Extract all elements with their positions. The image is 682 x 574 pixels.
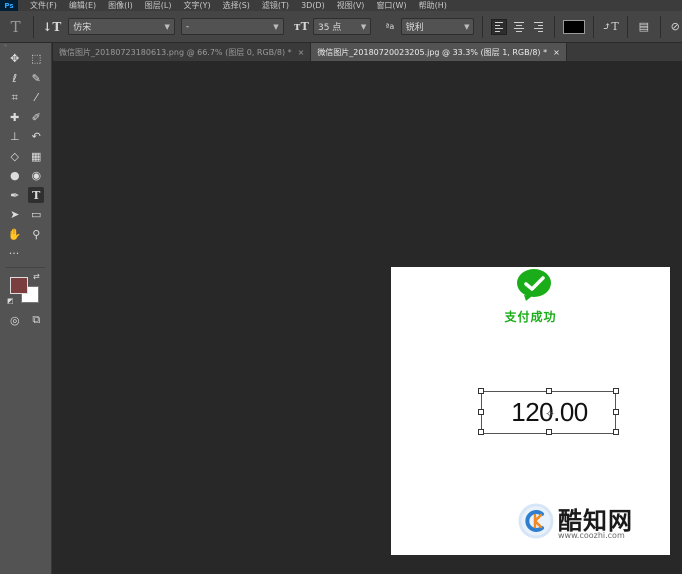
text-transform-box[interactable]: 120.00 ✧	[478, 388, 619, 435]
divider	[627, 15, 629, 38]
antialias-icon: ªa	[385, 22, 395, 31]
text-color-swatch[interactable]	[563, 19, 585, 34]
chevron-down-icon: ▼	[164, 22, 170, 31]
marquee-tool-icon[interactable]: ⬚	[28, 51, 44, 67]
transform-handle[interactable]	[613, 388, 619, 394]
chevron-down-icon: ▼	[273, 22, 279, 31]
menu-view[interactable]: 视图(V)	[337, 0, 365, 11]
align-left-button[interactable]	[491, 18, 508, 35]
lasso-tool-icon[interactable]: ℓ	[7, 70, 23, 86]
menu-bar: Ps 文件(F) 编辑(E) 图像(I) 图层(L) 文字(Y) 选择(S) 滤…	[0, 0, 682, 11]
menu-type[interactable]: 文字(Y)	[183, 0, 210, 11]
foreground-color-swatch[interactable]	[10, 276, 28, 294]
default-colors-icon[interactable]: ◩	[7, 297, 14, 305]
workspace: 支付成功 120.00 ✧ 酷知网 www.coozhi.com	[53, 61, 682, 574]
brush-tool-icon[interactable]: ✐	[28, 109, 44, 125]
font-size-icon: тT	[293, 20, 309, 33]
divider	[592, 15, 594, 38]
wechat-pay-icon	[517, 269, 551, 301]
tab-document-2[interactable]: 微信图片_20180720023205.jpg @ 33.3% (图层 1, R…	[311, 43, 567, 61]
type-tool-icon[interactable]: T	[28, 187, 45, 204]
font-family-select[interactable]: 仿宋 ▼	[68, 18, 175, 35]
close-icon[interactable]: ×	[298, 48, 305, 57]
font-style-select[interactable]: - ▼	[180, 18, 284, 35]
menu-3d[interactable]: 3D(D)	[301, 1, 325, 10]
font-family-value: 仿宋	[73, 23, 92, 33]
move-tool-icon[interactable]: ✥	[7, 51, 23, 67]
blur-tool-icon[interactable]: ●	[7, 168, 23, 184]
menu-select[interactable]: 选择(S)	[223, 0, 250, 11]
screen-mode-icon[interactable]: ⧉	[28, 312, 44, 328]
dodge-tool-icon[interactable]: ◉	[28, 168, 44, 184]
font-size-value: 35 点	[317, 23, 342, 33]
menu-help[interactable]: 帮助(H)	[419, 0, 447, 11]
menu-window[interactable]: 窗口(W)	[376, 0, 406, 11]
transform-handle[interactable]	[478, 429, 484, 435]
menu-filter[interactable]: 滤镜(T)	[262, 0, 289, 11]
color-swatches: ⇄ ◩	[0, 271, 51, 311]
document-canvas[interactable]: 支付成功 120.00 ✧ 酷知网 www.coozhi.com	[391, 267, 670, 555]
divider	[554, 15, 556, 38]
menu-image[interactable]: 图像(I)	[108, 0, 133, 11]
align-center-button[interactable]	[511, 19, 527, 35]
clone-stamp-tool-icon[interactable]: ⊥	[7, 129, 23, 145]
tools-panel: » ✥ ⬚ ℓ ✎ ⌗ ⁄ ✚ ✐ ⊥ ↶ ◇ ▦ ● ◉ ✒ T ➤ ▭ ✋ ⚲ ··· ⇄ ◩ …	[0, 43, 52, 574]
watermark: 酷知网 www.coozhi.com	[518, 501, 668, 543]
menu-layer[interactable]: 图层(L)	[145, 0, 172, 11]
zoom-tool-icon[interactable]: ⚲	[28, 226, 44, 242]
chevron-down-icon: ▼	[360, 22, 367, 31]
cancel-icon[interactable]: ⊘	[669, 20, 682, 33]
swap-colors-icon[interactable]: ⇄	[33, 272, 40, 281]
tab-label: 微信图片_20180723180613.png @ 66.7% (图层 0, R…	[59, 47, 292, 57]
transform-center-icon[interactable]: ✧	[545, 407, 555, 421]
warp-text-icon[interactable]: ⤴T	[602, 20, 619, 33]
history-brush-tool-icon[interactable]: ↶	[28, 129, 44, 145]
character-panel-icon[interactable]: ▤	[636, 20, 651, 33]
antialias-select[interactable]: 锐利 ▼	[400, 18, 475, 35]
options-bar: T ↓T 仿宋 ▼ - ▼ тT 35 点 ▼ ªa 锐利 ▼ ⤴T ▤ ⊘	[0, 11, 682, 43]
watermark-logo-icon	[518, 503, 554, 539]
path-selection-tool-icon[interactable]: ➤	[7, 207, 23, 223]
type-tool-preset-icon[interactable]: T	[6, 18, 25, 36]
eyedropper-tool-icon[interactable]: ⁄	[28, 90, 44, 106]
chevron-down-icon: ▼	[464, 22, 470, 31]
divider	[659, 15, 661, 38]
photoshop-window: Ps 文件(F) 编辑(E) 图像(I) 图层(L) 文字(Y) 选择(S) 滤…	[0, 0, 682, 574]
pen-tool-icon[interactable]: ✒	[7, 187, 23, 203]
divider	[33, 15, 35, 38]
toggle-orientation-icon[interactable]: ↓T	[42, 20, 61, 34]
menu-edit[interactable]: 编辑(E)	[69, 0, 96, 11]
font-size-select[interactable]: 35 点 ▼	[312, 18, 372, 35]
quick-mask-icon[interactable]: ◎	[7, 312, 23, 328]
transform-handle[interactable]	[613, 409, 619, 415]
healing-brush-tool-icon[interactable]: ✚	[7, 109, 23, 125]
font-style-value: -	[185, 21, 190, 32]
gradient-tool-icon[interactable]: ▦	[28, 148, 44, 164]
document-tabs: 微信图片_20180723180613.png @ 66.7% (图层 0, R…	[53, 43, 682, 61]
hand-tool-icon[interactable]: ✋	[7, 226, 23, 242]
tab-document-1[interactable]: 微信图片_20180723180613.png @ 66.7% (图层 0, R…	[53, 43, 312, 61]
transform-handle[interactable]	[613, 429, 619, 435]
align-right-button[interactable]	[531, 19, 547, 35]
divider	[6, 266, 45, 268]
transform-handle[interactable]	[478, 409, 484, 415]
payment-success-title: 支付成功	[504, 310, 557, 324]
quick-select-tool-icon[interactable]: ✎	[28, 70, 44, 86]
antialias-value: 锐利	[405, 23, 424, 33]
eraser-tool-icon[interactable]: ◇	[7, 148, 23, 164]
divider	[482, 15, 484, 38]
crop-tool-icon[interactable]: ⌗	[7, 90, 23, 106]
photoshop-logo: Ps	[0, 0, 18, 11]
close-icon[interactable]: ×	[553, 48, 560, 57]
menu-file[interactable]: 文件(F)	[30, 0, 57, 11]
transform-handle[interactable]	[478, 388, 484, 394]
tab-label: 微信图片_20180720023205.jpg @ 33.3% (图层 1, R…	[317, 47, 548, 57]
transform-handle[interactable]	[546, 429, 552, 435]
rectangle-tool-icon[interactable]: ▭	[28, 207, 44, 223]
watermark-url: www.coozhi.com	[558, 531, 625, 540]
more-tools-icon[interactable]: ···	[6, 246, 22, 262]
transform-handle[interactable]	[546, 388, 552, 394]
